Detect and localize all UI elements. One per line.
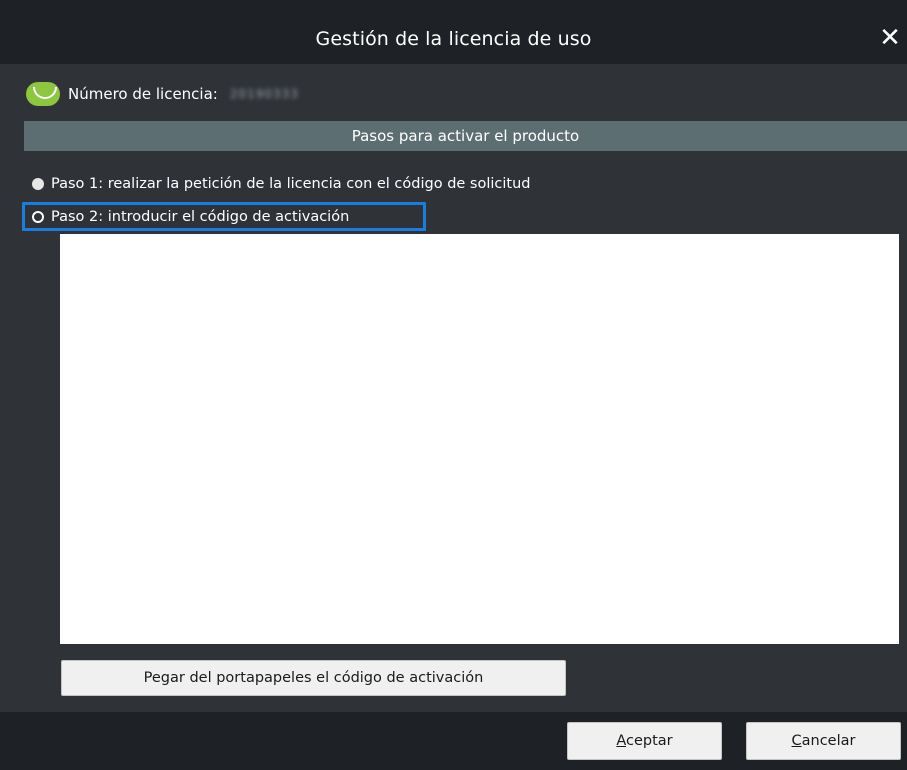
radio-selected-icon[interactable] xyxy=(32,178,44,190)
license-number-label: Número de licencia: xyxy=(68,85,218,103)
radio-unselected-icon[interactable] xyxy=(32,211,44,223)
cancel-button[interactable]: Cancelar xyxy=(746,722,901,760)
step-1-label: Paso 1: realizar la petición de la licen… xyxy=(51,176,531,192)
license-badge-icon xyxy=(26,82,60,106)
cancel-label: ancelar xyxy=(801,733,856,749)
license-number-row: Número de licencia: 20190333 xyxy=(26,80,299,108)
window-title: Gestión de la licencia de uso xyxy=(315,28,592,50)
cancel-mnemonic: C xyxy=(791,733,802,749)
paste-activation-code-button[interactable]: Pegar del portapapeles el código de acti… xyxy=(61,660,566,696)
license-panel: Número de licencia: 20190333 Pasos para … xyxy=(0,64,907,712)
accept-mnemonic: A xyxy=(616,733,627,749)
title-bar: Gestión de la licencia de uso ✕ xyxy=(0,0,907,64)
steps-header: Pasos para activar el producto xyxy=(24,121,907,151)
activation-code-input[interactable] xyxy=(60,234,899,644)
close-icon[interactable]: ✕ xyxy=(877,22,903,54)
accept-button[interactable]: Aceptar xyxy=(567,722,722,760)
dialog-footer: Aceptar Cancelar xyxy=(0,712,907,770)
step-2-radio-option[interactable]: Paso 2: introducir el código de activaci… xyxy=(32,206,349,228)
step-2-label: Paso 2: introducir el código de activaci… xyxy=(51,209,350,225)
license-number-value: 20190333 xyxy=(229,87,299,101)
accept-label: ceptar xyxy=(626,733,673,749)
step-1-radio-option[interactable]: Paso 1: realizar la petición de la licen… xyxy=(32,173,531,195)
